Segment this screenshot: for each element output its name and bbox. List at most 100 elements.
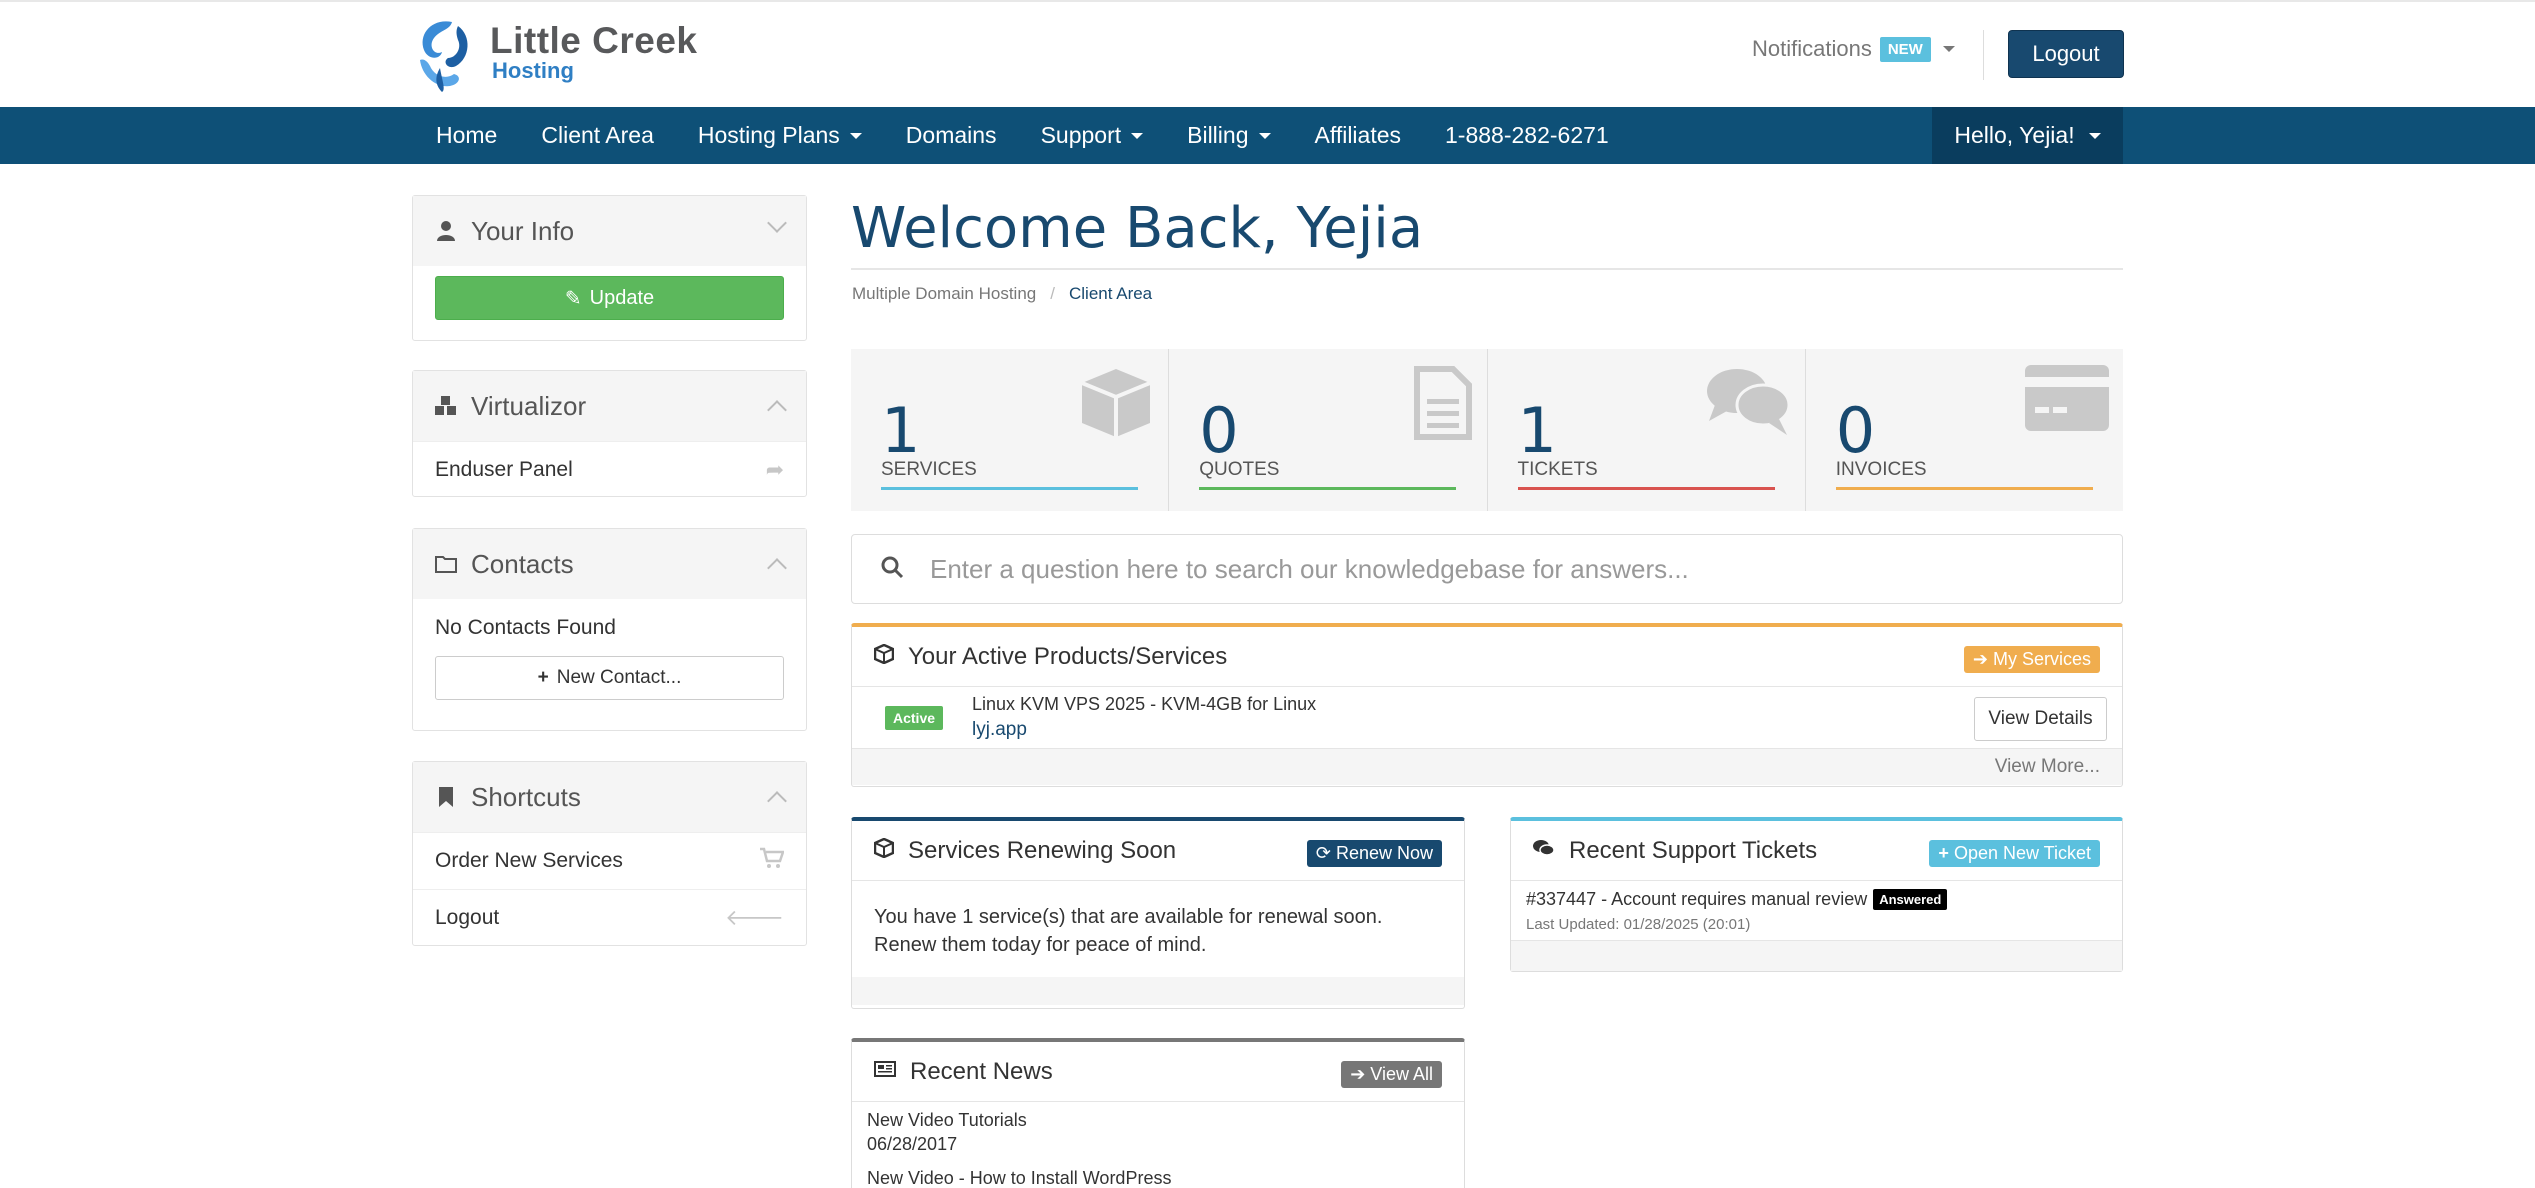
renew-now-button[interactable]: ⟳ Renew Now	[1306, 840, 1442, 867]
sidebar-item-order-new-services[interactable]: Order New Services	[413, 832, 806, 889]
nav-client-area[interactable]: Client Area	[519, 107, 676, 164]
nav-home[interactable]: Home	[414, 107, 519, 164]
view-all-news-button-label: View All	[1370, 1064, 1433, 1084]
chevron-up-icon[interactable]	[767, 558, 787, 578]
service-domain-link[interactable]: lyj.app	[972, 719, 1316, 741]
my-services-button[interactable]: ➔ My Services	[1963, 646, 2100, 673]
stat-label: SERVICES	[881, 459, 977, 480]
stat-invoices[interactable]: 0 INVOICES	[1805, 349, 2123, 511]
nav-domains-label: Domains	[905, 122, 997, 148]
share-icon: ➦	[765, 457, 784, 482]
nav-home-label: Home	[436, 122, 498, 148]
chevron-down-icon	[1942, 46, 1955, 52]
notifications-dropdown[interactable]: Notifications NEW	[1752, 36, 1955, 62]
kb-search-input[interactable]	[930, 553, 2030, 585]
cube-icon	[1078, 365, 1154, 446]
nav-support-label: Support	[1040, 122, 1122, 148]
stat-services[interactable]: 1 SERVICES	[851, 349, 1170, 511]
stat-bar	[881, 487, 1138, 490]
cube-icon	[873, 643, 895, 669]
stat-tickets[interactable]: 1 TICKETS	[1487, 349, 1806, 511]
panel-contacts-title: Contacts	[471, 548, 574, 579]
user-menu[interactable]: Hello, Yejia!	[1932, 107, 2123, 164]
chevron-down-icon	[1131, 132, 1144, 139]
panel-your-info-title: Your Info	[471, 215, 575, 246]
user-icon	[435, 221, 457, 241]
comments-icon	[1705, 365, 1791, 442]
chevron-down-icon[interactable]	[767, 213, 787, 233]
cube-icon	[873, 837, 895, 863]
panel-your-info-header[interactable]: Your Info	[413, 196, 806, 266]
sidebar-item-logout[interactable]: Logout 🡐	[413, 889, 806, 946]
new-contact-button[interactable]: + New Contact...	[435, 656, 784, 700]
credit-card-icon	[2025, 365, 2109, 436]
card-footer	[1511, 941, 2122, 971]
open-new-ticket-button-label: Open New Ticket	[1953, 843, 2091, 863]
brand-name[interactable]: Little Creek	[490, 20, 698, 62]
breadcrumb-item[interactable]: Multiple Domain Hosting	[852, 284, 1036, 304]
stats-tiles: 1 SERVICES 0 QUOTES 1 TICKETS 0 INVOICES	[851, 349, 2123, 511]
card-title: Recent News	[910, 1057, 1053, 1085]
brand-sub[interactable]: Hosting	[492, 58, 574, 84]
logout-button[interactable]: Logout	[2008, 30, 2124, 78]
card-tickets: Recent Support Tickets + Open New Ticket…	[1510, 817, 2123, 972]
panel-contacts-header[interactable]: Contacts	[413, 529, 806, 599]
stat-label: QUOTES	[1199, 459, 1280, 480]
card-renewing-header: Services Renewing Soon ⟳ Renew Now	[852, 821, 1464, 881]
panel-your-info: Your Info ✎ Update	[412, 195, 807, 341]
new-contact-button-label: New Contact...	[556, 667, 682, 688]
header-divider	[1983, 30, 1984, 80]
page-title: Welcome Back, Yejia	[851, 196, 1424, 261]
sidebar-item-label: Order New Services	[435, 849, 623, 872]
nav-affiliates[interactable]: Affiliates	[1293, 107, 1424, 164]
stat-quotes[interactable]: 0 QUOTES	[1169, 349, 1488, 511]
nav-domains[interactable]: Domains	[884, 107, 1019, 164]
stat-bar	[1517, 487, 1775, 490]
chevron-up-icon[interactable]	[767, 791, 787, 811]
nav-affiliates-label: Affiliates	[1314, 122, 1402, 148]
plus-icon: +	[1938, 843, 1949, 863]
card-footer	[852, 977, 1464, 1005]
refresh-icon: ⟳	[1315, 843, 1331, 863]
stat-bar	[1835, 487, 2093, 490]
nav-phone[interactable]: 1-888-282-6271	[1423, 107, 1631, 164]
top-border	[0, 0, 2535, 2]
view-more-link[interactable]: View More...	[852, 749, 2122, 785]
nav-billing-label: Billing	[1187, 122, 1249, 148]
panel-contacts: Contacts No Contacts Found + New Contact…	[412, 528, 807, 731]
kb-search	[851, 534, 2123, 604]
panel-shortcuts: Shortcuts Order New Services Logout 🡐	[412, 761, 807, 946]
sidebar-item-enduser-panel[interactable]: Enduser Panel ➦	[413, 441, 806, 498]
newspaper-icon	[874, 1061, 896, 1082]
service-name: Linux KVM VPS 2025 - KVM-4GB for Linux	[972, 694, 1317, 714]
status-badge: Answered	[1873, 889, 1948, 910]
news-item[interactable]: New Video Tutorials 06/28/2017	[852, 1102, 1464, 1162]
arrow-right-icon: ➔	[1350, 1064, 1366, 1084]
card-title: Recent Support Tickets	[1569, 836, 1818, 864]
card-news: Recent News ➔ View All New Video Tutoria…	[851, 1038, 1465, 1188]
nav-hosting-plans[interactable]: Hosting Plans	[676, 107, 884, 164]
contacts-empty-text: No Contacts Found	[435, 615, 616, 639]
view-all-news-button[interactable]: ➔ View All	[1341, 1061, 1442, 1088]
arrow-right-icon: ➔	[1972, 649, 1988, 669]
user-greeting: Hello, Yejia!	[1954, 122, 2075, 148]
open-new-ticket-button[interactable]: + Open New Ticket	[1929, 840, 2100, 867]
stat-label: TICKETS	[1517, 459, 1598, 480]
news-item[interactable]: New Video - How to Install WordPress	[852, 1162, 1464, 1188]
title-divider	[851, 268, 2123, 270]
ticket-title: #337447 - Account requires manual review	[1526, 889, 1868, 909]
breadcrumb: Multiple Domain Hosting / Client Area	[852, 284, 1152, 304]
view-details-button[interactable]: View Details	[1974, 697, 2107, 741]
update-button[interactable]: ✎ Update	[435, 276, 784, 320]
comments-icon	[1533, 839, 1555, 862]
chevron-up-icon[interactable]	[767, 400, 787, 420]
chevron-down-icon	[2088, 132, 2101, 139]
nav-billing[interactable]: Billing	[1165, 107, 1292, 164]
panel-shortcuts-title: Shortcuts	[471, 781, 581, 812]
panel-shortcuts-header[interactable]: Shortcuts	[413, 762, 806, 832]
stat-label: INVOICES	[1835, 459, 1927, 480]
nav-support[interactable]: Support	[1019, 107, 1166, 164]
logo-icon[interactable]	[412, 16, 478, 92]
panel-virtualizor-header[interactable]: Virtualizor	[413, 371, 806, 441]
ticket-row[interactable]: #337447 - Account requires manual review…	[1511, 881, 2122, 941]
